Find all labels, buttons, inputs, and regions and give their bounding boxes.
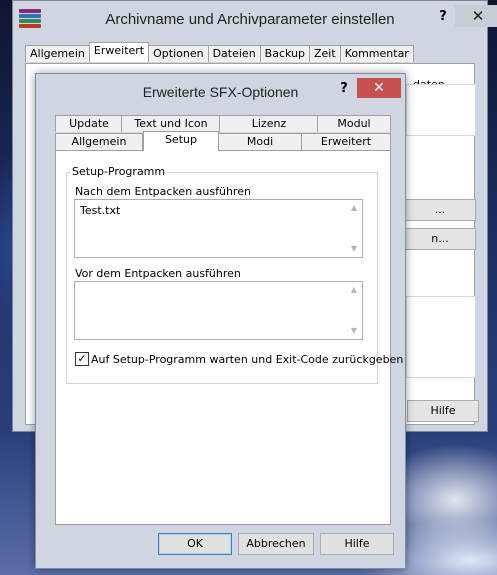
dialog-close-button[interactable]: ✕ bbox=[357, 78, 401, 98]
scroll-up-icon[interactable]: ▲ bbox=[346, 200, 362, 216]
after-extract-textarea[interactable]: Test.txt ▲ ▼ bbox=[74, 199, 363, 258]
back-tab-allgemein[interactable]: Allgemein bbox=[25, 45, 90, 62]
wait-exit-code-label[interactable]: Auf Setup-Programm warten und Exit-Code … bbox=[91, 353, 403, 366]
dialog-tab-row-top: Update Text und Icon Lizenz Modul bbox=[0, 115, 497, 132]
ok-button[interactable]: OK bbox=[158, 533, 232, 555]
back-partial-button-2[interactable]: n... bbox=[404, 228, 476, 250]
tab-modul[interactable]: Modul bbox=[317, 115, 391, 132]
back-help-bottom-button[interactable]: Hilfe bbox=[407, 400, 479, 422]
tab-update[interactable]: Update bbox=[55, 115, 123, 132]
tab-lizenz[interactable]: Lizenz bbox=[219, 115, 319, 132]
help-button[interactable]: Hilfe bbox=[320, 533, 394, 555]
back-titlebar: Archivname und Archivparameter einstelle… bbox=[13, 1, 497, 39]
back-partial-button-1[interactable]: ... bbox=[404, 199, 476, 221]
back-tab-backup[interactable]: Backup bbox=[259, 45, 310, 62]
tab-erweitert[interactable]: Erweitert bbox=[301, 133, 391, 150]
setup-program-group-title: Setup-Programm bbox=[70, 165, 168, 178]
cancel-button[interactable]: Abbrechen bbox=[238, 533, 314, 555]
before-extract-scrollbar[interactable]: ▲ ▼ bbox=[346, 282, 362, 339]
back-tab-zeit[interactable]: Zeit bbox=[309, 45, 341, 62]
after-extract-label: Nach dem Entpacken ausführen bbox=[75, 185, 251, 198]
tab-allgemein[interactable]: Allgemein bbox=[55, 133, 143, 150]
tab-setup[interactable]: Setup bbox=[143, 131, 219, 151]
back-close-button[interactable]: ✕ bbox=[455, 5, 497, 27]
before-extract-label: Vor dem Entpacken ausführen bbox=[75, 267, 241, 280]
back-window-title: Archivname und Archivparameter einstelle… bbox=[105, 11, 395, 28]
back-tab-optionen[interactable]: Optionen bbox=[148, 45, 209, 62]
tab-modi[interactable]: Modi bbox=[217, 133, 303, 150]
scroll-up-icon[interactable]: ▲ bbox=[346, 282, 362, 298]
before-extract-textarea[interactable]: ▲ ▼ bbox=[74, 281, 363, 340]
dialog-help-button[interactable]: ? bbox=[334, 80, 354, 98]
scroll-down-icon[interactable]: ▼ bbox=[346, 241, 362, 257]
after-extract-value: Test.txt bbox=[80, 204, 121, 217]
back-tab-strip: Allgemein Erweitert Optionen Dateien Bac… bbox=[25, 42, 414, 63]
dialog-tab-row-bottom: Allgemein Setup Modi Erweitert bbox=[0, 131, 497, 151]
scroll-down-icon[interactable]: ▼ bbox=[346, 323, 362, 339]
tab-text-und-icon[interactable]: Text und Icon bbox=[121, 115, 221, 132]
back-tab-erweitert[interactable]: Erweitert bbox=[88, 42, 150, 62]
back-tab-dateien[interactable]: Dateien bbox=[207, 45, 261, 62]
back-partial-box-2 bbox=[406, 296, 476, 378]
after-extract-scrollbar[interactable]: ▲ ▼ bbox=[346, 200, 362, 257]
back-help-button[interactable]: ? bbox=[431, 7, 455, 27]
wait-exit-code-checkbox[interactable]: ✓ bbox=[75, 352, 89, 366]
back-tab-kommentar[interactable]: Kommentar bbox=[339, 45, 414, 62]
checkmark-icon: ✓ bbox=[77, 352, 87, 365]
